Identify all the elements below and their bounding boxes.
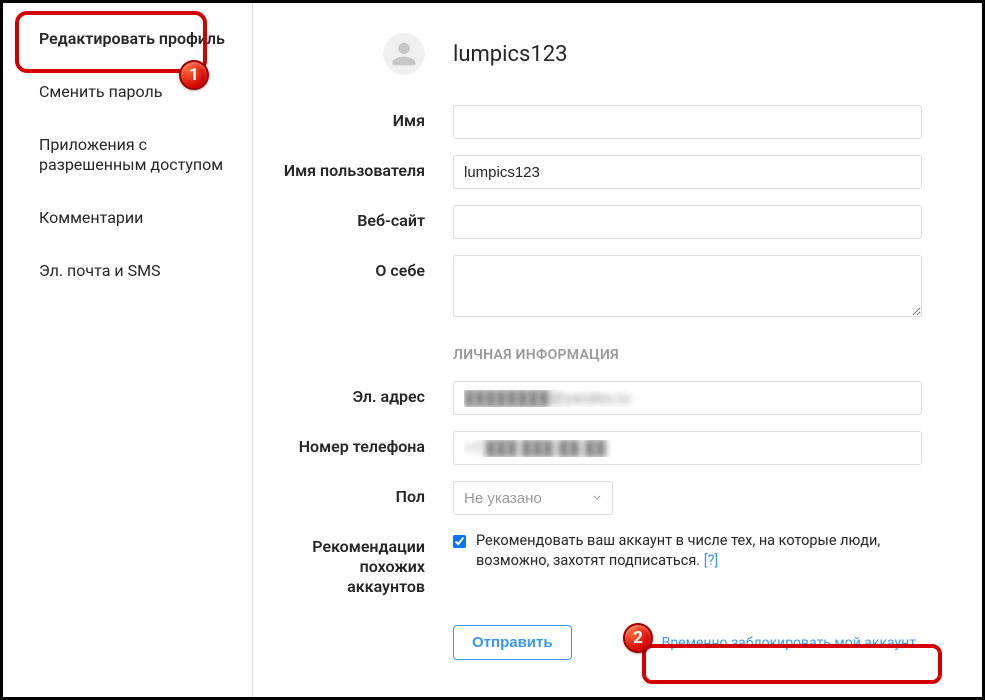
- website-input[interactable]: [453, 205, 922, 239]
- email-label: Эл. адрес: [283, 381, 453, 407]
- edit-profile-panel: lumpics123 Имя Имя пользователя Веб-сайт…: [253, 3, 982, 697]
- name-label: Имя: [283, 105, 453, 131]
- personal-info-heading: ЛИЧНАЯ ИНФОРМАЦИЯ: [453, 347, 922, 363]
- username-heading: lumpics123: [453, 42, 567, 67]
- avatar[interactable]: [383, 33, 425, 75]
- recommend-checkbox[interactable]: [453, 535, 466, 548]
- sidebar-item-authorized-apps[interactable]: Приложения с разрешенным доступом: [3, 119, 252, 193]
- sidebar-item-email-sms[interactable]: Эл. почта и SMS: [3, 245, 252, 298]
- sidebar-item-change-password[interactable]: Сменить пароль: [3, 66, 252, 119]
- sidebar-item-edit-profile[interactable]: Редактировать профиль: [3, 13, 252, 66]
- name-input[interactable]: [453, 105, 922, 139]
- email-input[interactable]: [453, 381, 922, 415]
- person-icon: [390, 40, 418, 68]
- bio-label: О себе: [283, 255, 453, 281]
- recommend-label: Рекомендации похожих аккаунтов: [283, 531, 453, 597]
- phone-input[interactable]: [453, 431, 922, 465]
- gender-label: Пол: [283, 481, 453, 507]
- disable-account-link[interactable]: Временно заблокировать мой аккаунт: [656, 631, 922, 655]
- sidebar-item-comments[interactable]: Комментарии: [3, 192, 252, 245]
- username-label: Имя пользователя: [283, 155, 453, 181]
- recommend-help-link[interactable]: [?]: [704, 552, 719, 569]
- website-label: Веб-сайт: [283, 205, 453, 231]
- recommend-text: Рекомендовать ваш аккаунт в числе тех, н…: [476, 531, 922, 572]
- settings-sidebar: Редактировать профиль Сменить пароль При…: [3, 3, 253, 697]
- username-input[interactable]: [453, 155, 922, 189]
- bio-textarea[interactable]: [453, 255, 922, 317]
- gender-select[interactable]: Не указано: [453, 481, 613, 515]
- phone-label: Номер телефона: [283, 431, 453, 457]
- submit-button[interactable]: Отправить: [453, 625, 572, 660]
